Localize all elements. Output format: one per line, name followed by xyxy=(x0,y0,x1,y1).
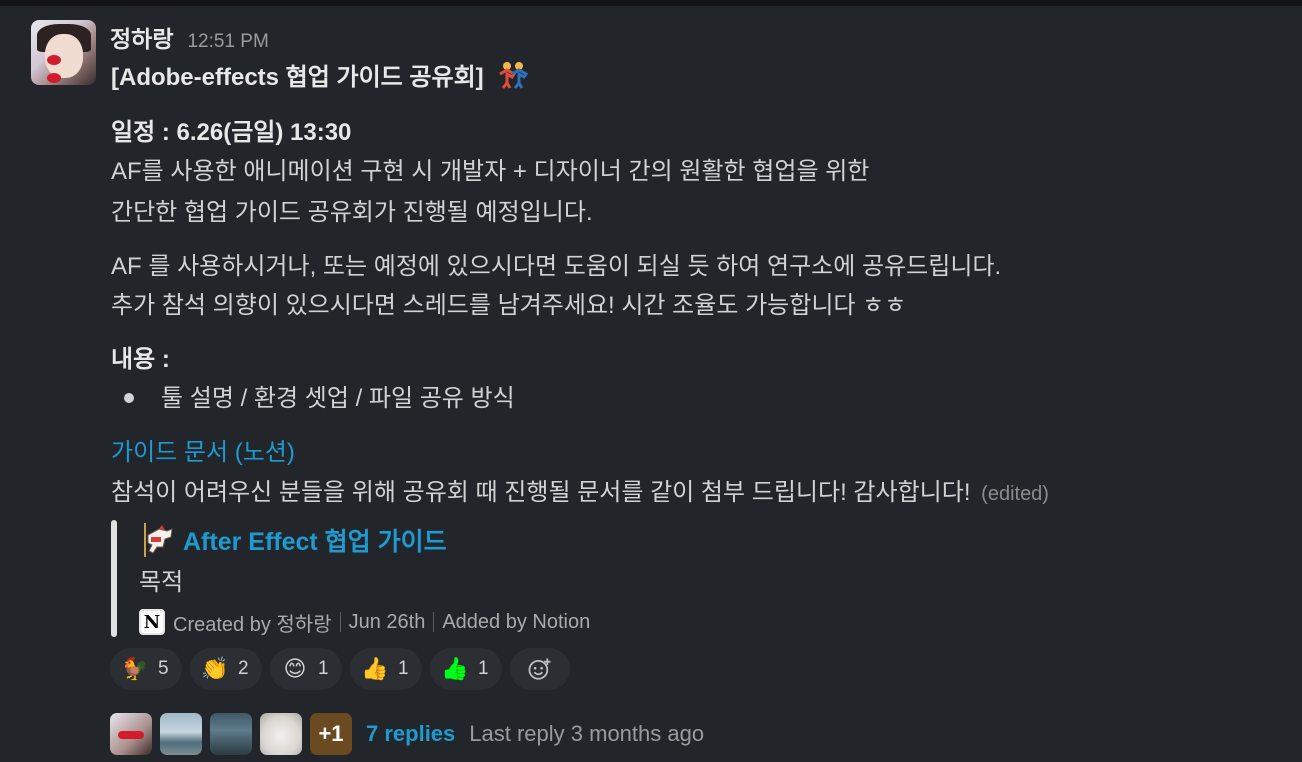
reply-avatar xyxy=(210,713,252,755)
reply-avatar xyxy=(260,713,302,755)
reaction-count: 1 xyxy=(318,658,329,679)
intro-line-1: AF를 사용한 애니메이션 구현 시 개발자 + 디자이너 간의 원활한 협업을… xyxy=(111,158,870,185)
attachment-bar xyxy=(111,520,117,637)
last-reply-text: Last reply 3 months ago xyxy=(469,721,705,746)
attachment-title-text[interactable]: After Effect 협업 가이드 xyxy=(183,522,447,558)
carousel-horse-icon xyxy=(144,523,173,557)
reaction-count: 2 xyxy=(238,658,249,679)
reaction-rooster[interactable]: 🐓 5 xyxy=(110,648,182,690)
reaction-bar: 🐓 5 👏 2 😊 1 👍 1 👍 1 xyxy=(110,648,578,690)
thread-summary[interactable]: +1 7 replies Last reply 3 months ago xyxy=(110,711,704,757)
smiling-face-icon: 😊 xyxy=(283,656,307,681)
paragraph-2-line-2: 추가 참석 의향이 있으시다면 스레드를 남겨주세요! 시간 조율도 가능합니다… xyxy=(111,292,907,319)
message-title: [Adobe-effects 협업 가이드 공유회] xyxy=(111,57,530,92)
reaction-smiling[interactable]: 😊 1 xyxy=(270,648,342,690)
thumbs-up-light-icon: 👍 xyxy=(361,656,389,681)
contents-label: 내용 : xyxy=(111,346,170,373)
attachment-added-by: Added by Notion xyxy=(442,610,591,633)
clapping-hands-icon: 👏 xyxy=(201,656,229,681)
rooster-icon: 🐓 xyxy=(121,656,149,681)
attachment-title[interactable]: After Effect 협업 가이드 xyxy=(139,520,447,560)
reply-avatar xyxy=(110,713,152,755)
footer-separator xyxy=(433,612,435,632)
reaction-clapping[interactable]: 👏 2 xyxy=(190,648,262,690)
thumbs-up-green-icon: 👍 xyxy=(441,656,469,681)
message-timestamp[interactable]: 12:51 PM xyxy=(187,31,268,53)
reply-avatar xyxy=(160,713,202,755)
dancers-icon xyxy=(499,62,529,89)
attachment-date: Jun 26th xyxy=(348,610,426,633)
attachment-footer: N Created by 정하랑 Jun 26th Added by Notio… xyxy=(139,606,590,638)
reaction-thumbs-up-green[interactable]: 👍 1 xyxy=(430,648,502,690)
add-reaction-button[interactable] xyxy=(510,648,570,690)
author-name[interactable]: 정하랑 xyxy=(110,20,173,54)
intro-line-2: 간단한 협업 가이드 공유회가 진행될 예정입니다. xyxy=(111,199,593,226)
guide-document-link[interactable]: 가이드 문서 (노션) xyxy=(111,432,295,467)
edited-label: (edited) xyxy=(981,483,1049,505)
message: 정하랑 12:51 PM [Adobe-effects 협업 가이드 공유회] … xyxy=(0,6,1302,762)
reaction-count: 1 xyxy=(478,658,489,679)
replies-link[interactable]: 7 replies xyxy=(366,721,455,747)
notion-icon: N xyxy=(139,609,165,635)
schedule-line: 일정 : 6.26(금일) 13:30 xyxy=(111,119,352,146)
add-reaction-icon xyxy=(528,658,551,680)
paragraph-2-line-1: AF 를 사용하시거나, 또는 예정에 있으시다면 도움이 되실 듯 하여 연구… xyxy=(111,253,1002,280)
reaction-thumbs-up-light[interactable]: 👍 1 xyxy=(350,648,422,690)
message-title-text: [Adobe-effects 협업 가이드 공유회] xyxy=(111,64,484,91)
closing-text: 참석이 어려우신 분들을 위해 공유회 때 진행될 문서를 같이 첨부 드립니다… xyxy=(111,479,971,506)
message-header: 정하랑 12:51 PM xyxy=(110,20,269,53)
footer-separator xyxy=(339,612,341,632)
bullet-dot xyxy=(124,393,134,403)
reply-avatar-overflow: +1 xyxy=(310,713,352,755)
attachment-description: 목적 xyxy=(139,569,184,596)
reaction-count: 5 xyxy=(158,658,169,679)
author-avatar[interactable] xyxy=(31,20,96,85)
attachment-created-by: Created by 정하랑 xyxy=(173,613,332,636)
closing-line: 참석이 어려우신 분들을 위해 공유회 때 진행될 문서를 같이 첨부 드립니다… xyxy=(111,472,1049,507)
reaction-count: 1 xyxy=(398,658,409,679)
bullet-item: 툴 설명 / 환경 셋업 / 파일 공유 방식 xyxy=(161,385,515,412)
